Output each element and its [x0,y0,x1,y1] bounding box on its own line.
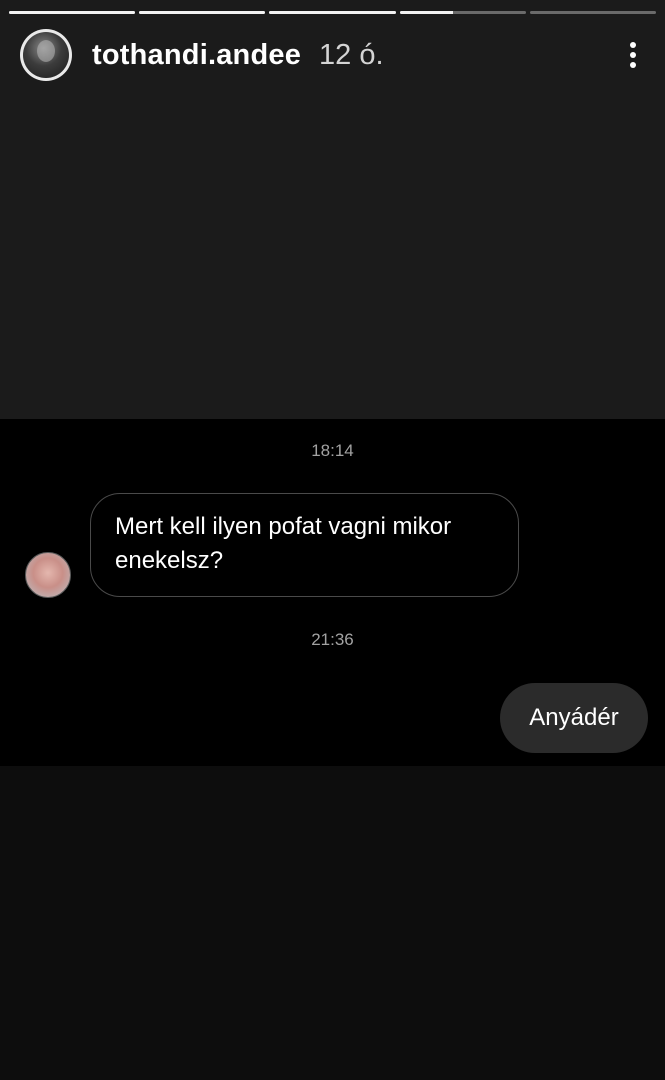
story-bottom-area [0,766,665,1080]
story-progress-segment [529,11,657,14]
sender-avatar [25,552,71,598]
chat-screenshot: 18:14 Mert kell ilyen pofat vagni mikor … [0,419,665,766]
more-options-icon[interactable] [621,40,645,70]
story-progress-segment [139,11,266,14]
story-time-ago: 12 ó. [319,38,384,71]
story-progress-segment [399,11,526,14]
more-dot [630,62,636,68]
story-progress-fill [399,11,453,14]
chat-timestamp: 21:36 [311,630,354,649]
username[interactable]: tothandi.andee [92,39,301,72]
story-progress-segment [9,11,136,14]
story-viewer[interactable]: tothandi.andee 12 ó. 18:14 Mert kell ily… [0,0,665,1080]
story-progress-fill [9,11,136,14]
profile-avatar[interactable] [20,29,72,81]
story-progress-segment [269,11,396,14]
incoming-message-bubble: Mert kell ilyen pofat vagni mikor enekel… [90,493,519,597]
story-progress-fill [269,11,396,14]
story-header: tothandi.andee 12 ó. [20,28,645,82]
more-dot [630,42,636,48]
chat-timestamp: 18:14 [311,441,354,460]
story-progress-fill [139,11,266,14]
more-dot [630,52,636,58]
profile-avatar-image [23,32,69,78]
story-progress-bars [9,11,657,14]
outgoing-message-bubble: Anyádér [500,683,648,753]
